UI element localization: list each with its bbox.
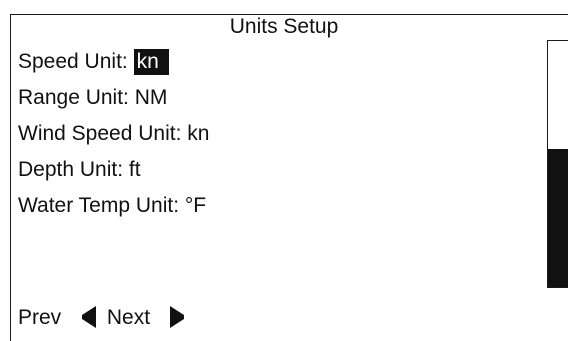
prev-label: Prev xyxy=(18,306,62,329)
speed-unit-label: Speed Unit: xyxy=(18,50,128,73)
triangle-right-icon xyxy=(169,305,184,328)
depth-unit-value[interactable]: ft xyxy=(129,158,141,181)
water-temp-unit-value[interactable]: °F xyxy=(185,194,206,217)
triangle-left-icon xyxy=(82,305,97,328)
scrollbar[interactable] xyxy=(547,40,568,288)
menu-item-wind-speed-unit[interactable]: Wind Speed Unit: kn xyxy=(18,120,209,156)
footer-nav: Prev Next xyxy=(18,303,189,333)
next-label: Next xyxy=(106,306,151,329)
range-unit-label: Range Unit: xyxy=(18,86,129,109)
wind-speed-unit-label: Wind Speed Unit: xyxy=(18,122,182,145)
range-unit-value[interactable]: NM xyxy=(135,86,168,109)
depth-unit-label: Depth Unit: xyxy=(18,158,124,181)
page-title: Units Setup xyxy=(229,15,339,38)
scrollbar-thumb[interactable] xyxy=(548,149,568,287)
menu-item-depth-unit[interactable]: Depth Unit: ft xyxy=(18,156,209,192)
next-button[interactable]: Next xyxy=(107,303,185,333)
menu-item-speed-unit[interactable]: Speed Unit: kn xyxy=(18,48,209,84)
speed-unit-value[interactable]: kn xyxy=(133,49,169,75)
wind-speed-unit-value[interactable]: kn xyxy=(187,122,209,145)
units-menu: Speed Unit: kn Range Unit: NM Wind Speed… xyxy=(18,48,209,228)
water-temp-unit-label: Water Temp Unit: xyxy=(18,194,180,217)
menu-item-water-temp-unit[interactable]: Water Temp Unit: °F xyxy=(18,192,209,228)
menu-item-range-unit[interactable]: Range Unit: NM xyxy=(18,84,209,120)
prev-button[interactable]: Prev xyxy=(18,303,97,333)
